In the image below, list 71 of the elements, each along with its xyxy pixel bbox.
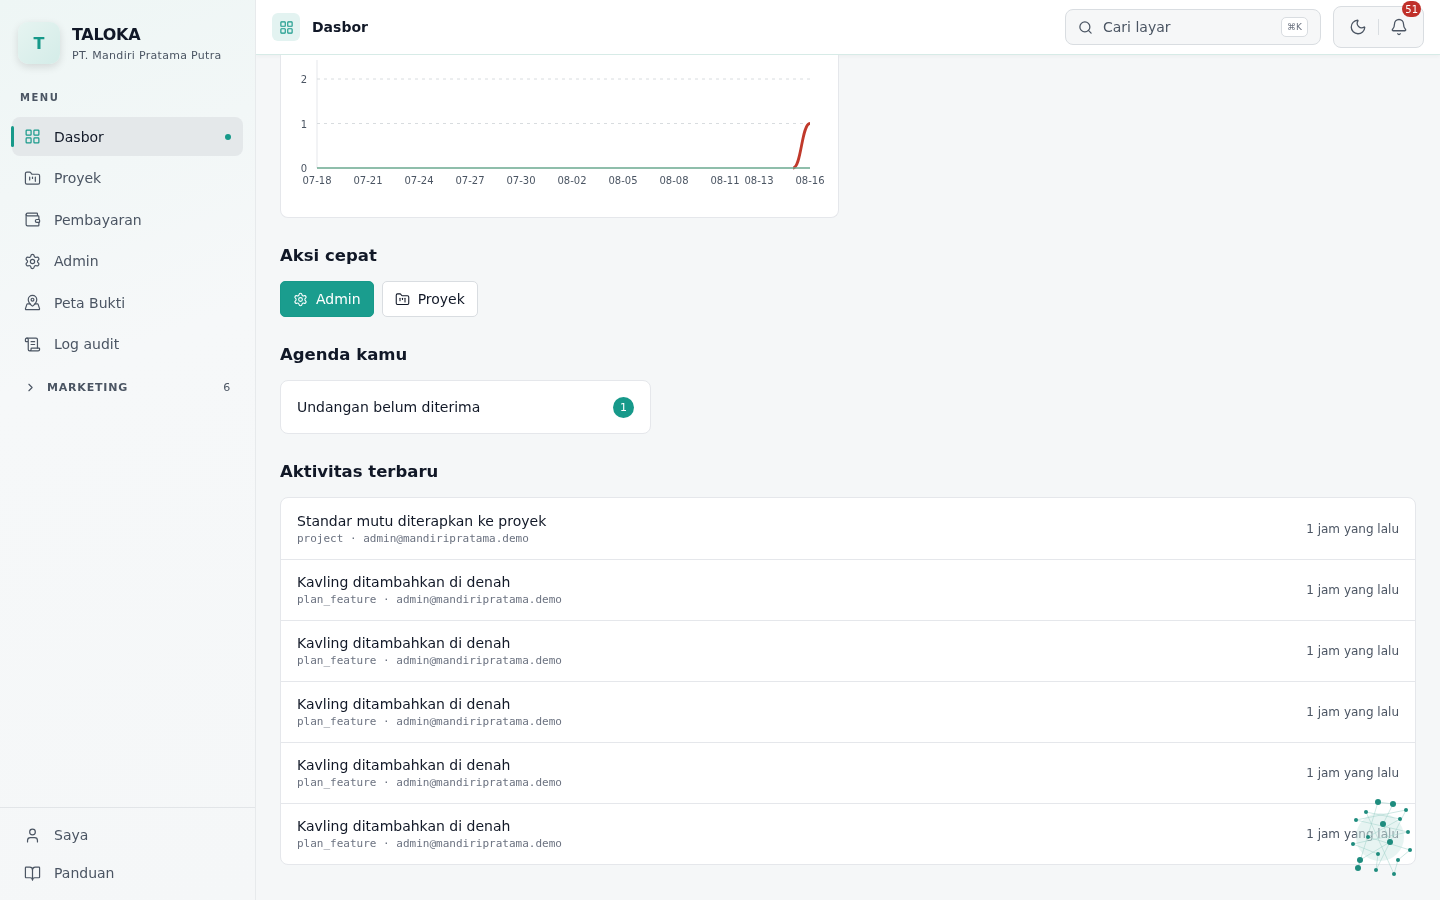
grid-icon: [278, 19, 294, 35]
nav-item[interactable]: Pembayaran: [12, 200, 243, 239]
axis-label: 08-05: [608, 175, 638, 186]
settings-icon: [293, 291, 308, 307]
scroll-icon: [24, 335, 41, 353]
activity-meta: plan_feature · admin@mandiripratama.demo: [297, 776, 562, 789]
axis-label: 2: [300, 74, 307, 85]
axis-label: 1: [300, 118, 307, 130]
agenda-item[interactable]: Undangan belum diterima 1: [280, 380, 651, 434]
axis-label: 08-16: [795, 175, 825, 186]
grid-icon: [24, 128, 41, 145]
shortcut-hint: ⌘K: [1281, 17, 1308, 37]
count: 6: [223, 380, 231, 394]
activity-time: 1 jam yang lalu: [1306, 827, 1399, 841]
activity-title: Kavling ditambahkan di denah: [297, 696, 512, 712]
activity-title: Kavling ditambahkan di denah: [297, 635, 512, 651]
section-title: Aktivitas terbaru: [280, 462, 440, 481]
search-bar[interactable]: Cari layar ⌘K: [1065, 9, 1321, 45]
axis-label: 07-30: [506, 175, 536, 186]
folder-icon: [394, 291, 410, 307]
brand-name: TALOKA: [72, 24, 142, 44]
nav-item[interactable]: Panduan: [12, 854, 243, 892]
activity-meta: plan_feature · admin@mandiripratama.demo: [297, 715, 562, 728]
nav-item[interactable]: Dasbor: [12, 117, 243, 156]
activity-time: 1 jam yang lalu: [1306, 705, 1399, 719]
section-title: Agenda kamu: [280, 345, 409, 364]
axis-label: 08-11: [710, 175, 740, 186]
bell-icon: [1390, 18, 1408, 36]
activity-time: 1 jam yang lalu: [1306, 583, 1399, 597]
nav-item[interactable]: Saya: [12, 816, 243, 854]
activity-time: 1 jam yang lalu: [1306, 521, 1399, 536]
axis-label: 07-18: [302, 175, 332, 186]
axis-label: 07-21: [353, 175, 383, 186]
axis-label: 08-08: [659, 175, 689, 186]
moon-icon: [1349, 18, 1367, 36]
activity-meta: plan_feature · admin@mandiripratama.demo: [297, 593, 562, 606]
axis-label: 0: [300, 163, 307, 174]
quick-action-button[interactable]: Proyek: [381, 281, 478, 317]
section-label: MENU: [19, 91, 61, 105]
axis-label: 08-13: [744, 175, 774, 186]
company-name: PT. Mandiri Pratama Putra: [72, 48, 222, 62]
folder-icon: [24, 169, 41, 187]
section-title: Aksi cepat: [280, 246, 378, 265]
search-icon: [1078, 19, 1093, 35]
settings-icon: [24, 252, 41, 270]
activity-title: Kavling ditambahkan di denah: [297, 818, 512, 834]
axis-label: 07-27: [455, 175, 485, 186]
activity-meta: plan_feature · admin@mandiripratama.demo: [297, 837, 562, 850]
nav-item[interactable]: Peta Bukti: [12, 283, 243, 322]
activity-meta: plan_feature · admin@mandiripratama.demo: [297, 654, 562, 667]
axis-label: 07-24: [404, 175, 434, 186]
notification-badge: 51: [1402, 1, 1421, 17]
count-badge: 1: [613, 396, 634, 418]
activity-time: 1 jam yang lalu: [1306, 644, 1399, 658]
logo: T: [18, 22, 60, 64]
axis-label: 08-02: [557, 175, 587, 186]
activity-title: Standar mutu diterapkan ke proyek: [297, 512, 547, 529]
nav-group[interactable]: MARKETING 6: [12, 372, 243, 402]
nav-item[interactable]: Log audit: [12, 324, 243, 364]
nav-item[interactable]: Admin: [12, 241, 243, 281]
activity-title: Kavling ditambahkan di denah: [297, 574, 512, 590]
map-pin-icon: [24, 294, 41, 311]
book-icon: [24, 864, 41, 882]
wallet-icon: [24, 211, 41, 228]
activity-title: Kavling ditambahkan di denah: [297, 757, 512, 773]
activity-time: 1 jam yang lalu: [1306, 766, 1399, 780]
activity-meta: project · admin@mandiripratama.demo: [297, 531, 530, 545]
page-title: Dasbor: [312, 19, 368, 35]
nav-item[interactable]: Proyek: [12, 158, 243, 198]
user-icon: [24, 826, 41, 844]
search-field[interactable]: Cari layar: [1101, 18, 1274, 36]
